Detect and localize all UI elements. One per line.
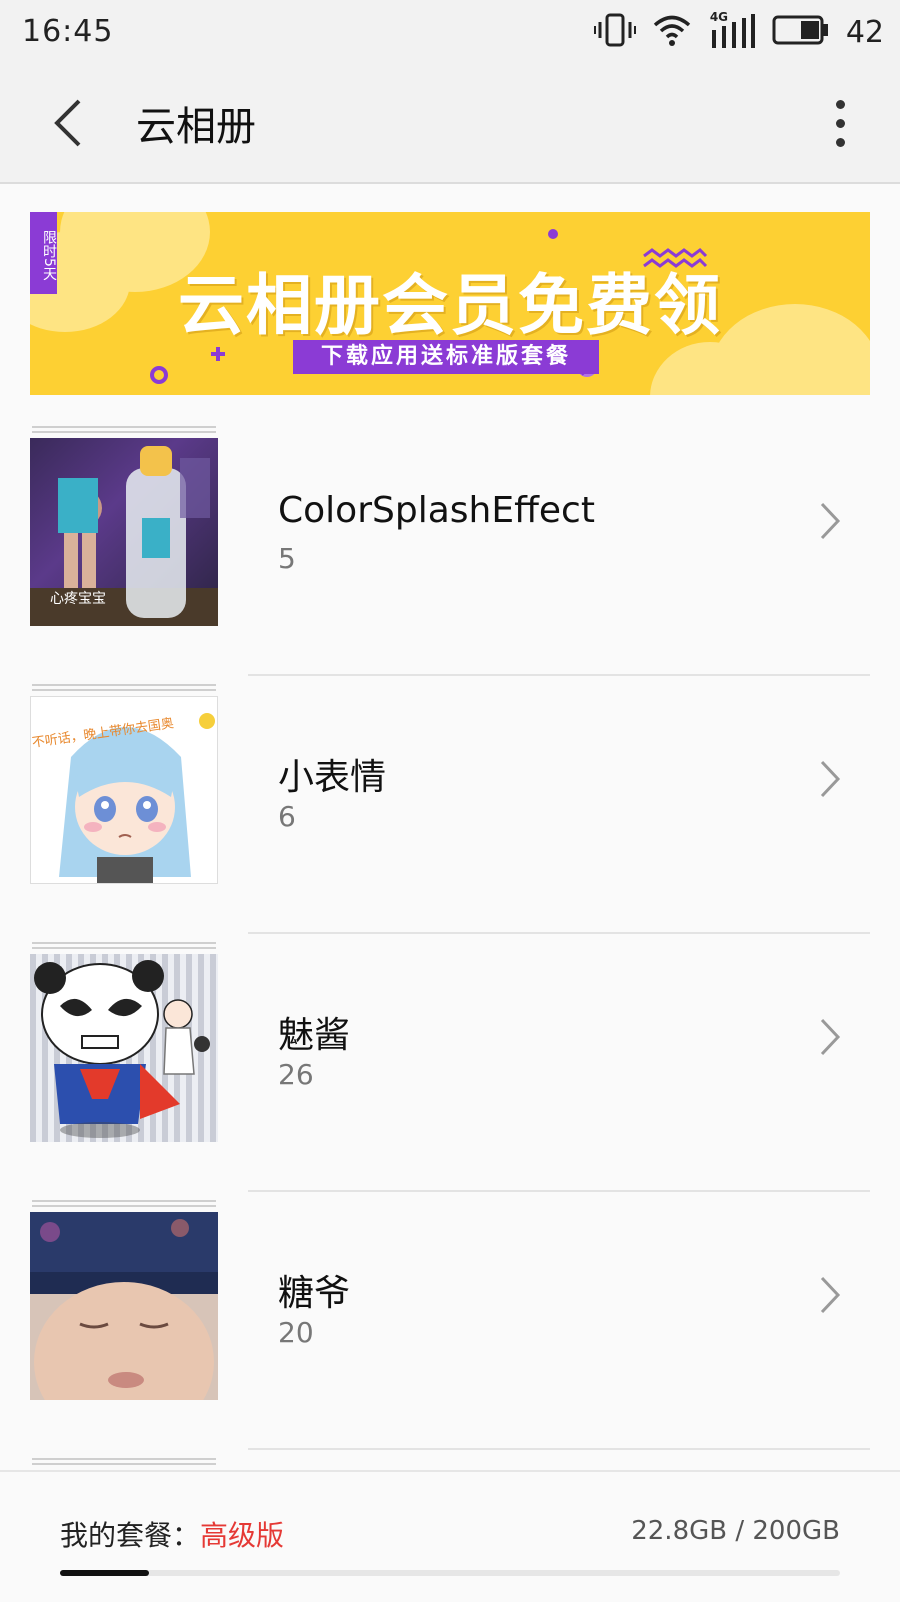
cellular-signal-icon: 4G bbox=[708, 10, 756, 50]
album-item-meijiang[interactable]: 魅酱 26 bbox=[0, 934, 900, 1192]
album-photo-count: 20 bbox=[278, 1316, 314, 1349]
more-options-button[interactable] bbox=[820, 90, 860, 156]
stack-edge bbox=[32, 689, 216, 691]
stack-edge bbox=[32, 431, 216, 433]
banner-subtitle: 下载应用送标准版套餐 bbox=[293, 340, 599, 374]
vibrate-icon bbox=[593, 13, 636, 51]
storage-usage-text: 22.8GB / 200GB bbox=[631, 1516, 840, 1546]
album-item-tangye[interactable]: 糖爷 20 bbox=[0, 1192, 900, 1450]
album-name: 魅酱 bbox=[278, 1015, 351, 1056]
album-name: 小表情 bbox=[278, 757, 387, 798]
album-cover-image bbox=[30, 1212, 218, 1400]
album-cover-caption: 心疼宝宝 bbox=[50, 591, 106, 607]
battery-icon bbox=[772, 14, 830, 50]
storage-progress-fill bbox=[60, 1570, 149, 1576]
album-name: 糖爷 bbox=[278, 1273, 351, 1314]
album-photo-count: 6 bbox=[278, 800, 296, 833]
album-thumbnail-stack: 不听话，晚上带你去国奥 bbox=[30, 684, 218, 884]
album-list: 心疼宝宝 ColorSplashEffect 5 不听话，晚上带你去国奥 小表情… bbox=[0, 418, 900, 1490]
album-cover-image bbox=[30, 954, 218, 1142]
stack-edge bbox=[32, 1463, 216, 1465]
stack-edge bbox=[32, 1200, 216, 1202]
album-photo-count: 5 bbox=[278, 542, 296, 575]
plan-label: 我的套餐：高级版 bbox=[60, 1514, 284, 1554]
album-item-colorsplasheffect[interactable]: 心疼宝宝 ColorSplashEffect 5 bbox=[0, 418, 900, 676]
album-cover-image: 不听话，晚上带你去国奥 bbox=[30, 696, 218, 884]
more-dot-icon bbox=[835, 99, 845, 109]
chevron-right-icon bbox=[820, 760, 841, 798]
album-thumbnail-stack bbox=[30, 1200, 218, 1400]
plan-label-text: 我的套餐： bbox=[60, 1519, 201, 1552]
stack-edge bbox=[32, 947, 216, 949]
app-toolbar: 云相册 bbox=[0, 64, 900, 184]
back-button[interactable] bbox=[40, 90, 96, 156]
album-item-stickers[interactable]: 不听话，晚上带你去国奥 小表情 6 bbox=[0, 676, 900, 934]
page-title: 云相册 bbox=[136, 104, 256, 150]
promo-banner[interactable]: 限时5天 云相册会员免费领 下载应用送标准版套餐 bbox=[30, 212, 870, 395]
plus-decoration-icon bbox=[211, 347, 225, 361]
album-name: ColorSplashEffect bbox=[278, 490, 595, 531]
storage-progress-bar bbox=[60, 1570, 840, 1576]
dot-decoration-icon bbox=[548, 229, 558, 239]
chevron-right-icon bbox=[820, 502, 841, 540]
back-arrow-icon bbox=[54, 99, 81, 147]
status-bar: 16:45 4G 42 bbox=[0, 0, 900, 64]
storage-plan-bar[interactable]: 我的套餐：高级版 22.8GB / 200GB bbox=[0, 1470, 900, 1602]
status-icons: 4G 42 bbox=[593, 10, 884, 52]
plan-tier: 高级版 bbox=[200, 1519, 285, 1552]
ring-decoration-icon bbox=[150, 366, 168, 384]
more-dot-icon bbox=[835, 137, 845, 147]
stack-edge bbox=[32, 684, 216, 686]
battery-percent: 42 bbox=[845, 14, 884, 50]
album-photo-count: 26 bbox=[278, 1058, 314, 1091]
album-thumbnail-stack: 心疼宝宝 bbox=[30, 426, 218, 626]
stack-edge bbox=[32, 1458, 216, 1460]
banner-title: 云相册会员免费领 bbox=[178, 267, 722, 344]
album-thumbnail-stack bbox=[30, 942, 218, 1142]
more-dot-icon bbox=[835, 118, 845, 128]
stack-edge bbox=[32, 1205, 216, 1207]
stack-edge bbox=[32, 426, 216, 428]
chevron-right-icon bbox=[820, 1018, 841, 1056]
wifi-icon bbox=[652, 13, 692, 51]
album-cover-image: 心疼宝宝 bbox=[30, 438, 218, 626]
chevron-right-icon bbox=[820, 1276, 841, 1314]
stack-edge bbox=[32, 942, 216, 944]
status-time: 16:45 bbox=[22, 14, 114, 49]
